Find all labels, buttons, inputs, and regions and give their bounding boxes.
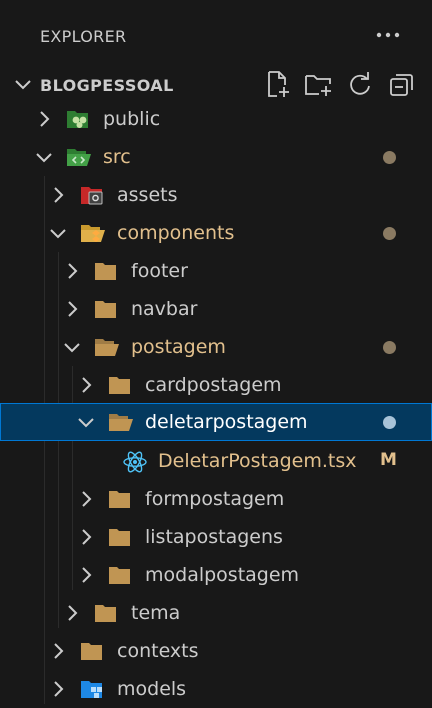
chevron-right-icon[interactable]: [48, 185, 68, 205]
folder-public-icon: [66, 108, 90, 130]
modified-dot: [383, 416, 396, 429]
modified-dot: [383, 151, 396, 164]
folder-components-icon: [80, 222, 105, 244]
tree-item-public[interactable]: public: [0, 100, 432, 138]
section-header-blogpessoal[interactable]: BLOGPESSOAL: [0, 66, 432, 104]
tree-item-label: deletarpostagem: [145, 411, 308, 433]
folder-icon: [94, 602, 118, 624]
folder-icon: [108, 488, 132, 510]
chevron-right-icon[interactable]: [62, 299, 82, 319]
tree-item-deletarpostagem-tsx[interactable]: DeletarPostagem.tsx M: [0, 442, 432, 480]
tree-item-listapostagens[interactable]: listapostagens: [0, 518, 432, 556]
folder-icon: [94, 298, 118, 320]
folder-icon: [80, 640, 104, 662]
chevron-right-icon[interactable]: [62, 261, 82, 281]
git-status-badge: M: [380, 450, 397, 470]
tree-item-navbar[interactable]: navbar: [0, 290, 432, 328]
modified-dot: [383, 227, 396, 240]
tree-item-label: components: [117, 222, 235, 244]
tree-item-label: postagem: [131, 336, 226, 358]
tree-item-label: tema: [131, 602, 181, 624]
tree-item-src[interactable]: src: [0, 138, 432, 176]
folder-icon: [108, 526, 132, 548]
tree-item-label: cardpostagem: [145, 374, 282, 396]
folder-icon: [94, 260, 118, 282]
chevron-right-icon[interactable]: [48, 641, 68, 661]
tree-item-label: listapostagens: [145, 526, 283, 548]
tree-item-label: formpostagem: [145, 488, 285, 510]
folder-icon: [108, 564, 132, 586]
tree-item-label: navbar: [131, 298, 198, 320]
tree-item-label: modalpostagem: [145, 564, 300, 586]
tree-item-label: models: [117, 678, 187, 700]
chevron-right-icon[interactable]: [34, 109, 54, 129]
chevron-right-icon[interactable]: [62, 603, 82, 623]
tree-item-label: assets: [117, 184, 178, 206]
chevron-down-icon[interactable]: [76, 412, 96, 432]
new-folder-icon[interactable]: [303, 68, 335, 100]
tree-item-footer[interactable]: footer: [0, 252, 432, 290]
folder-assets-icon: [80, 184, 104, 206]
new-file-icon[interactable]: [262, 68, 294, 100]
chevron-right-icon[interactable]: [76, 565, 96, 585]
section-title: BLOGPESSOAL: [40, 76, 174, 95]
tree-item-label: contexts: [117, 640, 199, 662]
chevron-down-icon[interactable]: [62, 337, 82, 357]
tree-item-label: DeletarPostagem.tsx: [158, 450, 357, 472]
tree-item-contexts[interactable]: contexts: [0, 632, 432, 670]
tree-item-components[interactable]: components: [0, 214, 432, 252]
folder-icon: [108, 374, 132, 396]
tree-item-label: footer: [131, 260, 188, 282]
tree-item-tema[interactable]: tema: [0, 594, 432, 632]
chevron-right-icon[interactable]: [48, 679, 68, 699]
tree-item-models[interactable]: models: [0, 670, 432, 708]
chevron-down-icon[interactable]: [10, 71, 36, 97]
chevron-right-icon[interactable]: [76, 527, 96, 547]
scrollbar[interactable]: [422, 100, 432, 704]
folder-open-icon: [94, 336, 119, 358]
collapse-all-icon[interactable]: [386, 68, 418, 100]
folder-src-icon: [66, 146, 91, 168]
refresh-icon[interactable]: [344, 68, 376, 100]
tree-item-formpostagem[interactable]: formpostagem: [0, 480, 432, 518]
modified-dot: [383, 341, 396, 354]
chevron-down-icon[interactable]: [34, 147, 54, 167]
folder-models-icon: [80, 678, 104, 700]
chevron-right-icon[interactable]: [76, 489, 96, 509]
tree-item-label: public: [103, 108, 161, 130]
folder-open-icon: [108, 411, 133, 433]
chevron-down-icon[interactable]: [48, 223, 68, 243]
tree-item-label: src: [103, 146, 131, 168]
tree-item-deletarpostagem[interactable]: deletarpostagem: [0, 403, 432, 441]
explorer-title: EXPLORER: [40, 27, 127, 46]
tree-item-cardpostagem[interactable]: cardpostagem: [0, 366, 432, 404]
tree-item-modalpostagem[interactable]: modalpostagem: [0, 556, 432, 594]
tree-item-postagem[interactable]: postagem: [0, 328, 432, 366]
react-icon: [122, 450, 147, 473]
ellipsis-icon[interactable]: [372, 20, 404, 50]
file-tree: public src assets components footer navb…: [0, 100, 432, 704]
tree-item-assets[interactable]: assets: [0, 176, 432, 214]
chevron-right-icon[interactable]: [76, 375, 96, 395]
explorer-header: EXPLORER: [0, 0, 432, 70]
